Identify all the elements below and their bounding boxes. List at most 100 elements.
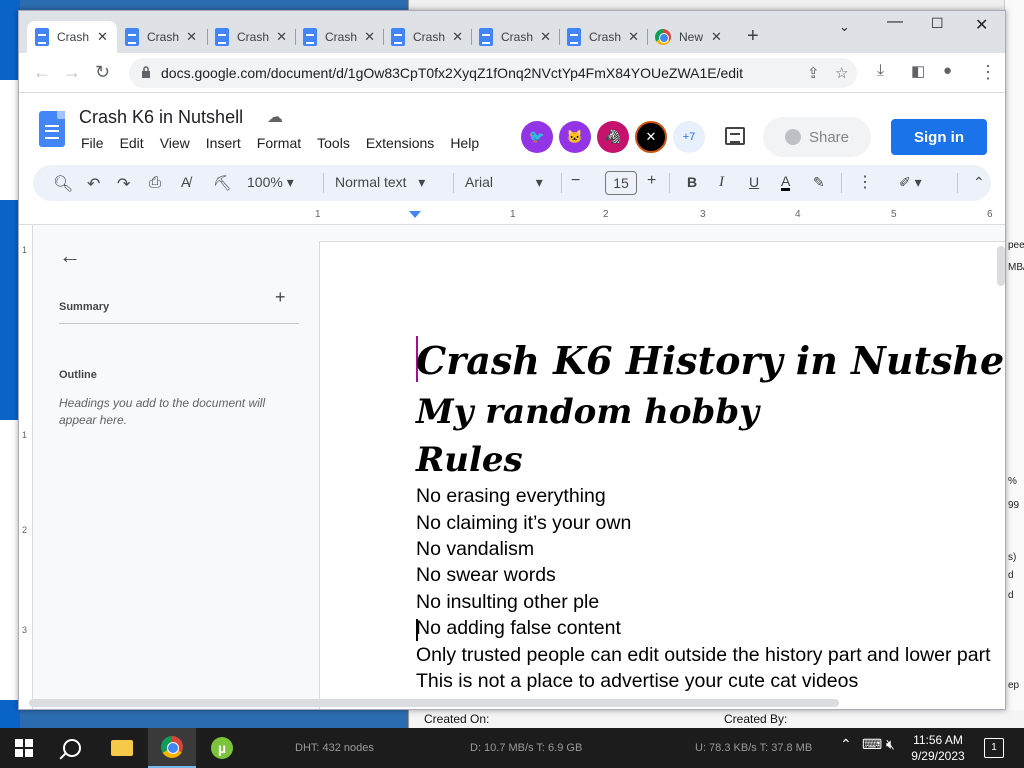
close-tab-icon[interactable]: ✕ <box>186 29 197 45</box>
tab-docs[interactable]: Crash K6 in Nutshell ✕ <box>559 23 647 51</box>
address-bar[interactable]: docs.google.com/document/d/1gOw83CpT0fx2… <box>129 58 857 88</box>
menu-insert[interactable]: Insert <box>206 135 241 151</box>
close-outline-arrow-icon[interactable]: ← <box>59 243 81 269</box>
tab-docs[interactable]: Crash K6 in Nutshell ✕ <box>383 23 471 51</box>
menu-tools[interactable]: Tools <box>317 135 350 151</box>
document-heading[interactable]: Rules <box>416 440 523 480</box>
start-button[interactable] <box>0 728 48 768</box>
close-tab-icon[interactable]: ✕ <box>276 29 287 45</box>
vertical-scrollbar[interactable] <box>997 246 1005 286</box>
menu-help[interactable]: Help <box>450 135 479 151</box>
more-tools-icon[interactable]: ⋮ <box>857 172 873 192</box>
rule-line[interactable]: No insulting other ple <box>416 591 599 614</box>
font-size-input[interactable]: 15 <box>605 171 637 195</box>
font-select[interactable]: Arial ▾ <box>465 174 543 191</box>
tab-search-icon[interactable]: ⌄ <box>839 19 850 35</box>
tab-docs[interactable]: Crash K6 in Nutshell ✕ <box>295 23 383 51</box>
close-tab-icon[interactable]: ✕ <box>540 29 551 45</box>
search-button[interactable] <box>48 728 96 768</box>
undo-icon[interactable]: ↶ <box>87 174 100 194</box>
tab-docs[interactable]: Crash K6 in Nutshell ✕ <box>117 23 205 51</box>
tab-strip: Crash K6 in Nutshell ✕ Crash K6 in Nutsh… <box>19 11 1005 53</box>
horizontal-scrollbar[interactable] <box>29 699 839 707</box>
print-icon[interactable]: ⎙ <box>149 174 161 191</box>
side-panel-icon[interactable]: ◧ <box>911 62 925 80</box>
chrome-taskbar-button[interactable] <box>148 728 196 768</box>
menu-extensions[interactable]: Extensions <box>366 135 434 151</box>
highlight-color-icon[interactable]: ✎ <box>813 174 825 191</box>
menu-file[interactable]: File <box>81 135 104 151</box>
collaborator-avatar[interactable]: ✕ <box>635 121 667 153</box>
decrease-font-size-button[interactable]: − <box>571 172 580 190</box>
new-tab-button[interactable]: + <box>747 25 759 48</box>
italic-button[interactable]: I <box>719 174 724 191</box>
network-icon[interactable]: ⌨ <box>862 736 882 753</box>
bookmark-star-icon[interactable]: ☆ <box>835 64 848 82</box>
reload-icon[interactable]: ↻ <box>95 62 110 83</box>
back-icon[interactable]: ← <box>33 62 51 83</box>
tab-new-tab[interactable]: New Tab ✕ <box>647 23 735 51</box>
rule-line[interactable]: This is not a place to advertise your cu… <box>416 670 858 693</box>
collaborator-avatar[interactable]: 🐱 <box>559 121 591 153</box>
volume-muted-icon[interactable]: 🔇︎ <box>886 736 895 753</box>
collaborator-avatar[interactable]: 🦓 <box>597 121 629 153</box>
style-select[interactable]: Normal text ▾ <box>335 174 425 191</box>
share-page-icon[interactable]: ⇪ <box>807 64 820 82</box>
tab-docs[interactable]: Crash K6 in Nutshell ✕ <box>207 23 295 51</box>
sign-in-button[interactable]: Sign in <box>891 119 987 155</box>
rule-line[interactable]: No swear words <box>416 564 556 587</box>
show-hidden-icons[interactable]: ⌃ <box>840 736 852 753</box>
rule-line[interactable]: Only trusted people can edit outside the… <box>416 644 991 667</box>
menu-view[interactable]: View <box>160 135 190 151</box>
search-menus-icon[interactable]: 🔍︎ <box>53 174 73 194</box>
close-tab-icon[interactable]: ✕ <box>97 29 108 45</box>
comment-history-icon[interactable] <box>725 127 745 145</box>
document-title[interactable]: Crash K6 in Nutshell <box>79 107 243 128</box>
document-heading[interactable]: Crash K6 History in Nutshell <box>416 338 1005 383</box>
close-tab-icon[interactable]: ✕ <box>711 29 722 45</box>
more-menu-icon[interactable]: ⋮ <box>979 62 997 83</box>
close-tab-icon[interactable]: ✕ <box>364 29 375 45</box>
redo-icon[interactable]: ↷ <box>117 174 130 194</box>
indent-marker[interactable] <box>409 211 421 218</box>
rule-line[interactable]: No adding false content <box>416 617 621 640</box>
bold-button[interactable]: B <box>687 174 697 190</box>
menu-format[interactable]: Format <box>257 135 301 151</box>
profile-icon[interactable]: ● <box>943 62 952 79</box>
menu-edit[interactable]: Edit <box>120 135 144 151</box>
spellcheck-icon[interactable]: A̸ <box>181 174 190 190</box>
zoom-select[interactable]: 100% ▾ <box>247 174 294 191</box>
notification-center-button[interactable]: 1 <box>984 738 1004 758</box>
close-tab-icon[interactable]: ✕ <box>452 29 463 45</box>
lock-icon <box>142 66 150 78</box>
minimize-button[interactable]: — <box>887 13 903 31</box>
increase-font-size-button[interactable]: + <box>647 172 656 190</box>
file-explorer-button[interactable] <box>98 728 146 768</box>
rule-line[interactable]: No erasing everything <box>416 485 606 508</box>
tab-docs-active[interactable]: Crash K6 in Nutshell ✕ <box>27 21 117 53</box>
more-collaborators-badge[interactable]: +7 <box>673 121 705 153</box>
clock[interactable]: 11:56 AM 9/29/2023 <box>908 732 968 764</box>
document-page[interactable]: Crash K6 History in Nutshell My random h… <box>319 241 1005 709</box>
add-summary-button[interactable]: + <box>275 287 286 308</box>
docs-logo-icon[interactable] <box>39 111 65 147</box>
hide-menus-icon[interactable]: ⌃ <box>973 174 985 191</box>
cloud-saved-icon[interactable]: ☁ <box>267 107 283 127</box>
rule-line[interactable]: No vandalism <box>416 538 534 561</box>
collaborator-avatar[interactable]: 🐦 <box>521 121 553 153</box>
rule-line[interactable]: No claiming it’s your own <box>416 512 631 535</box>
close-window-button[interactable]: ✕ <box>975 15 988 35</box>
utorrent-taskbar-button[interactable]: µ <box>198 728 246 768</box>
share-button[interactable]: Share <box>763 117 871 157</box>
download-icon[interactable]: ⤓ <box>877 62 884 80</box>
maximize-button[interactable]: ☐ <box>931 15 944 32</box>
share-label: Share <box>808 128 850 146</box>
text-color-button[interactable]: A <box>781 174 791 191</box>
paint-format-icon[interactable]: ⛏ <box>213 174 232 192</box>
editing-mode-icon[interactable]: ✐ ▾ <box>899 174 922 191</box>
underline-button[interactable]: U <box>749 174 759 190</box>
tab-docs[interactable]: Crash K6 in Nutshell ✕ <box>471 23 559 51</box>
forward-icon[interactable]: → <box>63 62 81 83</box>
document-heading[interactable]: My random hobby <box>416 392 759 432</box>
close-tab-icon[interactable]: ✕ <box>628 29 639 45</box>
